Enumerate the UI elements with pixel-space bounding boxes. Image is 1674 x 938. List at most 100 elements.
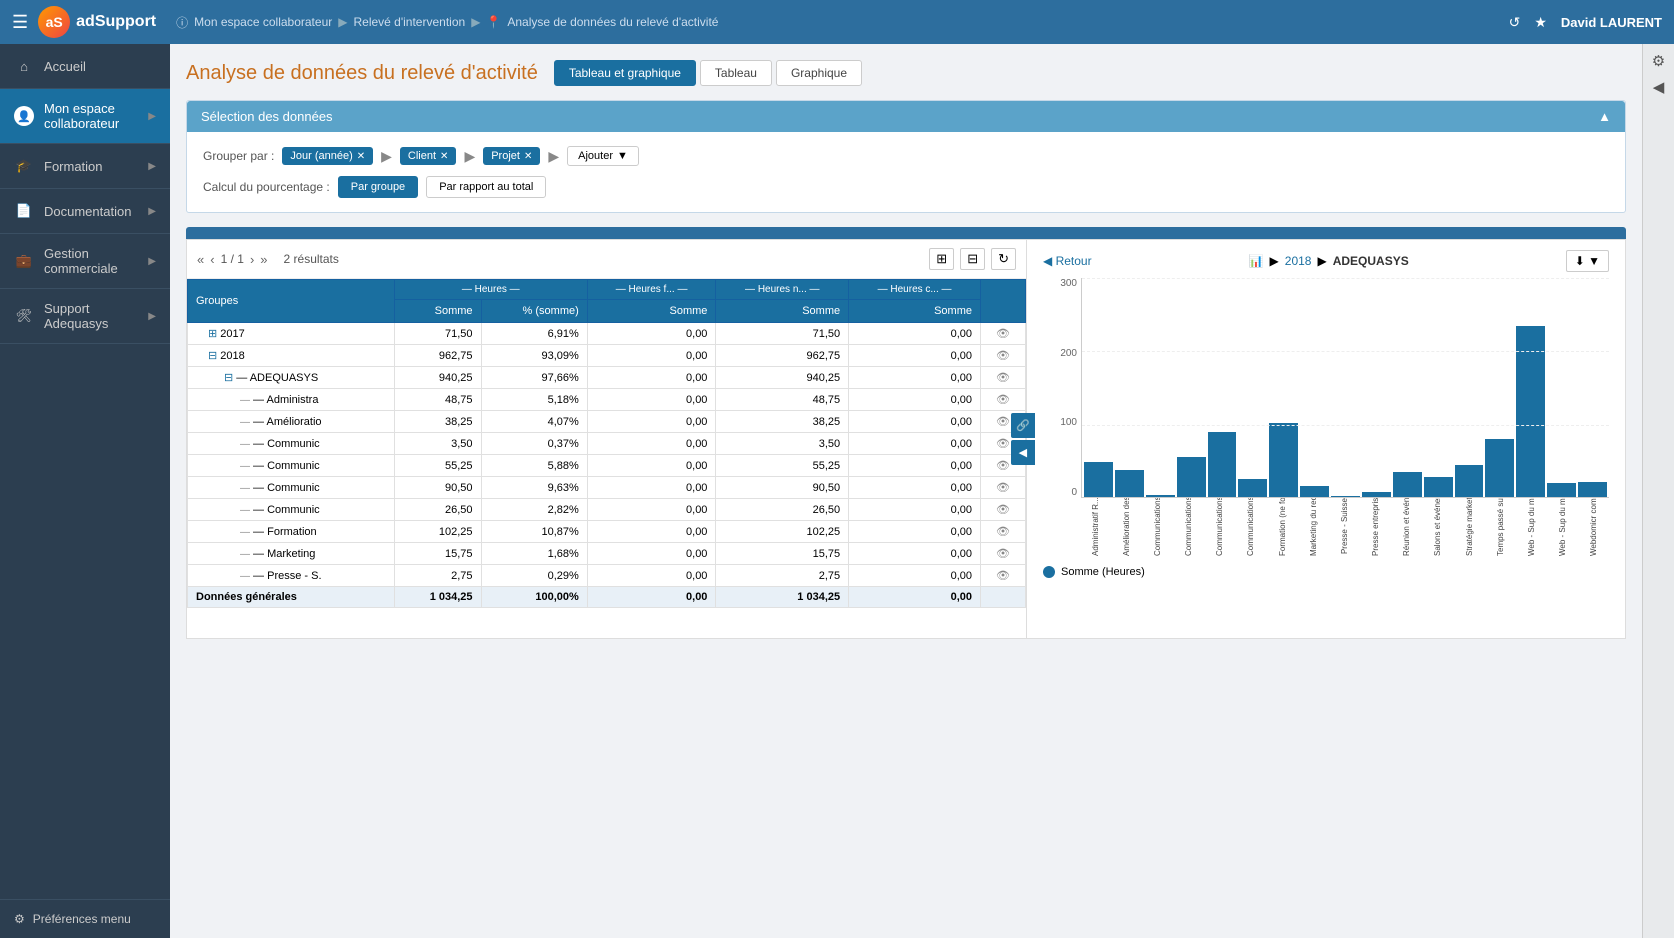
table-cell-somme3: 71,50 [716, 323, 849, 345]
collapse-icon[interactable]: ▲ [1598, 109, 1611, 124]
history-icon[interactable]: ↺ [1509, 14, 1521, 31]
bar-item[interactable] [1393, 278, 1422, 498]
table-cell-eye[interactable]: 👁 [981, 389, 1026, 411]
eye-icon[interactable]: 👁 [996, 548, 1010, 560]
breadcrumb-item-2[interactable]: Relevé d'intervention [353, 15, 465, 29]
bar-item[interactable] [1238, 278, 1267, 498]
tab-tableau-graphique[interactable]: Tableau et graphique [554, 60, 696, 86]
bar-label: Formation (ne forme) [1268, 498, 1297, 558]
page-info: 1 / 1 [221, 252, 244, 266]
table-cell-eye[interactable]: 👁 [981, 565, 1026, 587]
table-cell-pct: 4,07% [481, 411, 587, 433]
bar-label: Web - Sup du mois... [1549, 498, 1578, 558]
eye-icon[interactable]: 👁 [996, 438, 1010, 450]
columns-btn[interactable]: ⊟ [960, 248, 985, 270]
table-cell-somme4: 0,00 [849, 323, 981, 345]
bar-item[interactable] [1300, 278, 1329, 498]
bar-label: Web - Sup du mois [1517, 498, 1546, 558]
data-header-bar [186, 227, 1626, 239]
table-cell-eye[interactable]: 👁 [981, 367, 1026, 389]
table-cell-eye[interactable]: 👁 [981, 499, 1026, 521]
bar-item[interactable] [1269, 278, 1298, 498]
eye-icon[interactable]: 👁 [996, 328, 1010, 340]
favorites-icon[interactable]: ★ [1534, 14, 1547, 31]
eye-icon[interactable]: 👁 [996, 504, 1010, 516]
sidebar-item-espace[interactable]: 👤 Mon espace collaborateur ▶ [0, 89, 170, 144]
table-cell-eye[interactable]: 👁 [981, 521, 1026, 543]
pct-btn-groupe[interactable]: Par groupe [338, 176, 418, 198]
expand-btn[interactable]: ⊟ [208, 350, 217, 362]
prev-page-btn[interactable]: ‹ [210, 252, 214, 267]
pct-btn-total[interactable]: Par rapport au total [426, 176, 546, 198]
first-page-btn[interactable]: « [197, 252, 204, 267]
bar-item[interactable] [1331, 278, 1360, 498]
sidebar-item-support[interactable]: 🛠 Support Adequasys ▶ [0, 289, 170, 344]
chart-back-btn[interactable]: ◀ Retour [1043, 254, 1092, 268]
tag-projet-remove[interactable]: ✕ [524, 151, 532, 162]
bar-item[interactable] [1208, 278, 1237, 498]
eye-icon[interactable]: 👁 [996, 526, 1010, 538]
bar-item[interactable] [1115, 278, 1144, 498]
menu-hamburger[interactable]: ☰ [12, 12, 28, 33]
table-cell-somme2: 0,00 [587, 389, 716, 411]
tab-graphique[interactable]: Graphique [776, 60, 862, 86]
table-cell-eye[interactable]: 👁 [981, 477, 1026, 499]
expand-btn[interactable]: ⊟ [224, 372, 233, 384]
bar-item[interactable] [1455, 278, 1484, 498]
bar-item[interactable] [1485, 278, 1514, 498]
bar-label: Communications intern... [1143, 498, 1172, 558]
col-somme-1: Somme [394, 300, 481, 323]
bar-item[interactable] [1177, 278, 1206, 498]
filter-arrow-btn[interactable]: ◀ [1653, 78, 1665, 96]
refresh-btn[interactable]: ↻ [991, 248, 1016, 270]
side-arrows: 🔗 ◀ [1011, 413, 1035, 465]
last-page-btn[interactable]: » [260, 252, 267, 267]
sidebar-item-accueil[interactable]: ⌂ Accueil [0, 44, 170, 89]
eye-icon[interactable]: 👁 [996, 372, 1010, 384]
table-cell-eye[interactable]: 👁 [981, 345, 1026, 367]
add-group-btn[interactable]: Ajouter ▼ [567, 146, 639, 166]
expand-btn[interactable]: ⊞ [208, 328, 217, 340]
eye-icon[interactable]: 👁 [996, 350, 1010, 362]
breadcrumb-item-1[interactable]: Mon espace collaborateur [194, 15, 332, 29]
eye-icon[interactable]: 👁 [996, 482, 1010, 494]
bar-item[interactable] [1516, 278, 1545, 498]
tab-tableau[interactable]: Tableau [700, 60, 772, 86]
sidebar-item-documentation[interactable]: 📄 Documentation ▶ [0, 189, 170, 234]
user-icon: 👤 [14, 106, 34, 126]
table-cell-somme3: 3,50 [716, 433, 849, 455]
sidebar-footer-preferences[interactable]: ⚙ Préférences menu [0, 899, 170, 938]
bar-item[interactable] [1362, 278, 1391, 498]
total-label: Données générales [188, 587, 395, 608]
next-page-btn[interactable]: › [250, 252, 254, 267]
tag-client-remove[interactable]: ✕ [440, 151, 448, 162]
bar-item[interactable] [1547, 278, 1576, 498]
bar-item[interactable] [1084, 278, 1113, 498]
export-excel-btn[interactable]: ⊞ [929, 248, 954, 270]
eye-icon[interactable]: 👁 [996, 570, 1010, 582]
side-arrow-link[interactable]: 🔗 [1011, 413, 1035, 438]
eye-icon[interactable]: 👁 [996, 394, 1010, 406]
filter-toggle-btn[interactable]: ⚙ [1652, 52, 1665, 70]
bar-item[interactable] [1146, 278, 1175, 498]
table-row: ⊟ 2018 [188, 345, 395, 367]
eye-icon[interactable]: 👁 [996, 416, 1010, 428]
eye-icon[interactable]: 👁 [996, 460, 1010, 472]
bar-item[interactable] [1578, 278, 1607, 498]
app-name: adSupport [76, 13, 156, 31]
app-layout: ⌂ Accueil 👤 Mon espace collaborateur ▶ 🎓… [0, 44, 1674, 938]
tag-jour-remove[interactable]: ✕ [357, 151, 365, 162]
table-cell-eye[interactable]: 👁 [981, 543, 1026, 565]
breadcrumb-icon: ⓘ [176, 14, 188, 31]
total-pct: 100,00% [481, 587, 587, 608]
table-cell-eye[interactable]: 👁 [981, 323, 1026, 345]
bar-item[interactable] [1424, 278, 1453, 498]
sidebar-item-gestion[interactable]: 💼 Gestion commerciale ▶ [0, 234, 170, 289]
chart-year[interactable]: 2018 [1285, 254, 1312, 268]
bar-fill [1547, 483, 1576, 498]
side-arrow-left[interactable]: ◀ [1011, 440, 1035, 465]
arrow-2: ▶ [464, 148, 475, 165]
sidebar-label-gestion: Gestion commerciale [44, 246, 138, 276]
chart-download-btn[interactable]: ⬇ ▼ [1566, 250, 1609, 272]
sidebar-item-formation[interactable]: 🎓 Formation ▶ [0, 144, 170, 189]
